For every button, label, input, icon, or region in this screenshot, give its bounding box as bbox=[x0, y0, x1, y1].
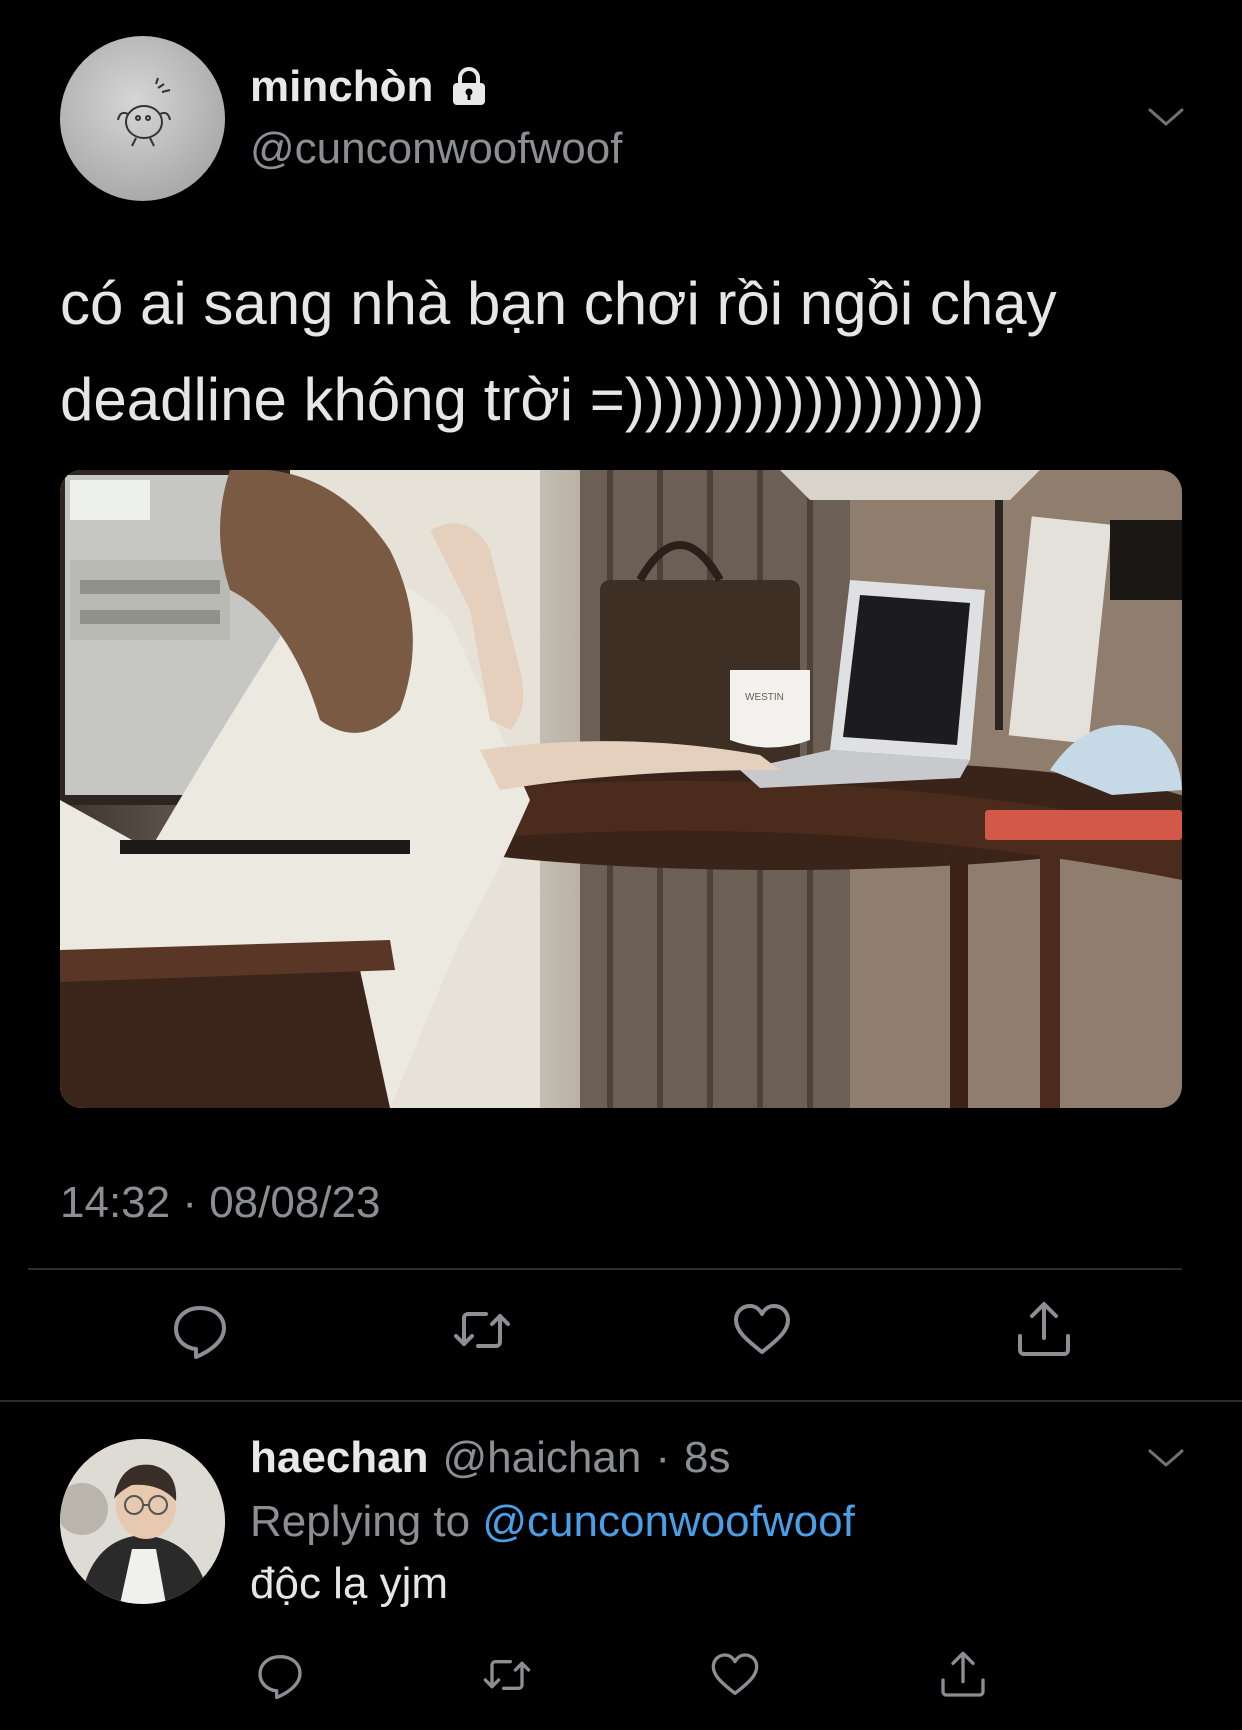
reply-handle[interactable]: @haichan bbox=[443, 1433, 642, 1483]
replying-to-mention[interactable]: @cunconwoofwoof bbox=[482, 1497, 854, 1546]
author-handle[interactable]: @cunconwoofwoof bbox=[250, 124, 622, 174]
author-display-name[interactable]: minchòn bbox=[250, 62, 491, 112]
author-name-text[interactable]: minchòn bbox=[250, 62, 433, 112]
reply-time: 8s bbox=[683, 1433, 731, 1482]
reply-display-name[interactable]: haechan bbox=[250, 1433, 429, 1483]
reply-text: độc lạ yjm bbox=[250, 1559, 449, 1608]
tweet-timestamp[interactable]: 14:32 · 08/08/23 bbox=[60, 1178, 380, 1228]
reply-icon[interactable] bbox=[170, 1300, 230, 1360]
photo-illustration: WESTIN bbox=[60, 470, 1182, 1108]
reply-actions bbox=[0, 1650, 1242, 1710]
share-icon[interactable] bbox=[1014, 1300, 1074, 1360]
chevron-down-icon[interactable] bbox=[1146, 104, 1186, 130]
reply-icon[interactable] bbox=[255, 1650, 305, 1700]
main-tweet: minchòn @cunconwoofwoof có ai sang nhà b… bbox=[0, 0, 1242, 1402]
heart-icon[interactable] bbox=[732, 1300, 792, 1360]
chevron-down-icon[interactable] bbox=[1146, 1445, 1186, 1471]
share-icon[interactable] bbox=[938, 1650, 988, 1700]
reply-avatar[interactable] bbox=[60, 1439, 225, 1604]
retweet-icon[interactable] bbox=[452, 1300, 512, 1360]
retweet-icon[interactable] bbox=[482, 1650, 532, 1700]
replying-to-label: Replying to bbox=[250, 1497, 471, 1546]
tweet-actions bbox=[0, 1300, 1242, 1370]
divider bbox=[28, 1268, 1182, 1270]
mug-logo: WESTIN bbox=[745, 692, 784, 703]
reply-tweet[interactable]: haechan @haichan · 8s Replying to @cunco… bbox=[0, 1405, 1242, 1730]
lock-icon bbox=[453, 67, 486, 105]
author-avatar[interactable] bbox=[60, 36, 225, 201]
tweet-text: có ai sang nhà bạn chơi rồi ngồi chạy de… bbox=[60, 270, 1057, 433]
reply-avatar-image bbox=[60, 1439, 225, 1604]
tweet-photo[interactable]: WESTIN bbox=[60, 470, 1182, 1108]
reply-separator: · bbox=[655, 1433, 670, 1482]
divider bbox=[0, 1400, 1242, 1402]
doodle-icon bbox=[117, 77, 171, 147]
replying-to: Replying to @cunconwoofwoof bbox=[250, 1497, 855, 1547]
heart-icon[interactable] bbox=[710, 1650, 760, 1700]
reply-header: haechan @haichan · 8s bbox=[250, 1433, 730, 1483]
